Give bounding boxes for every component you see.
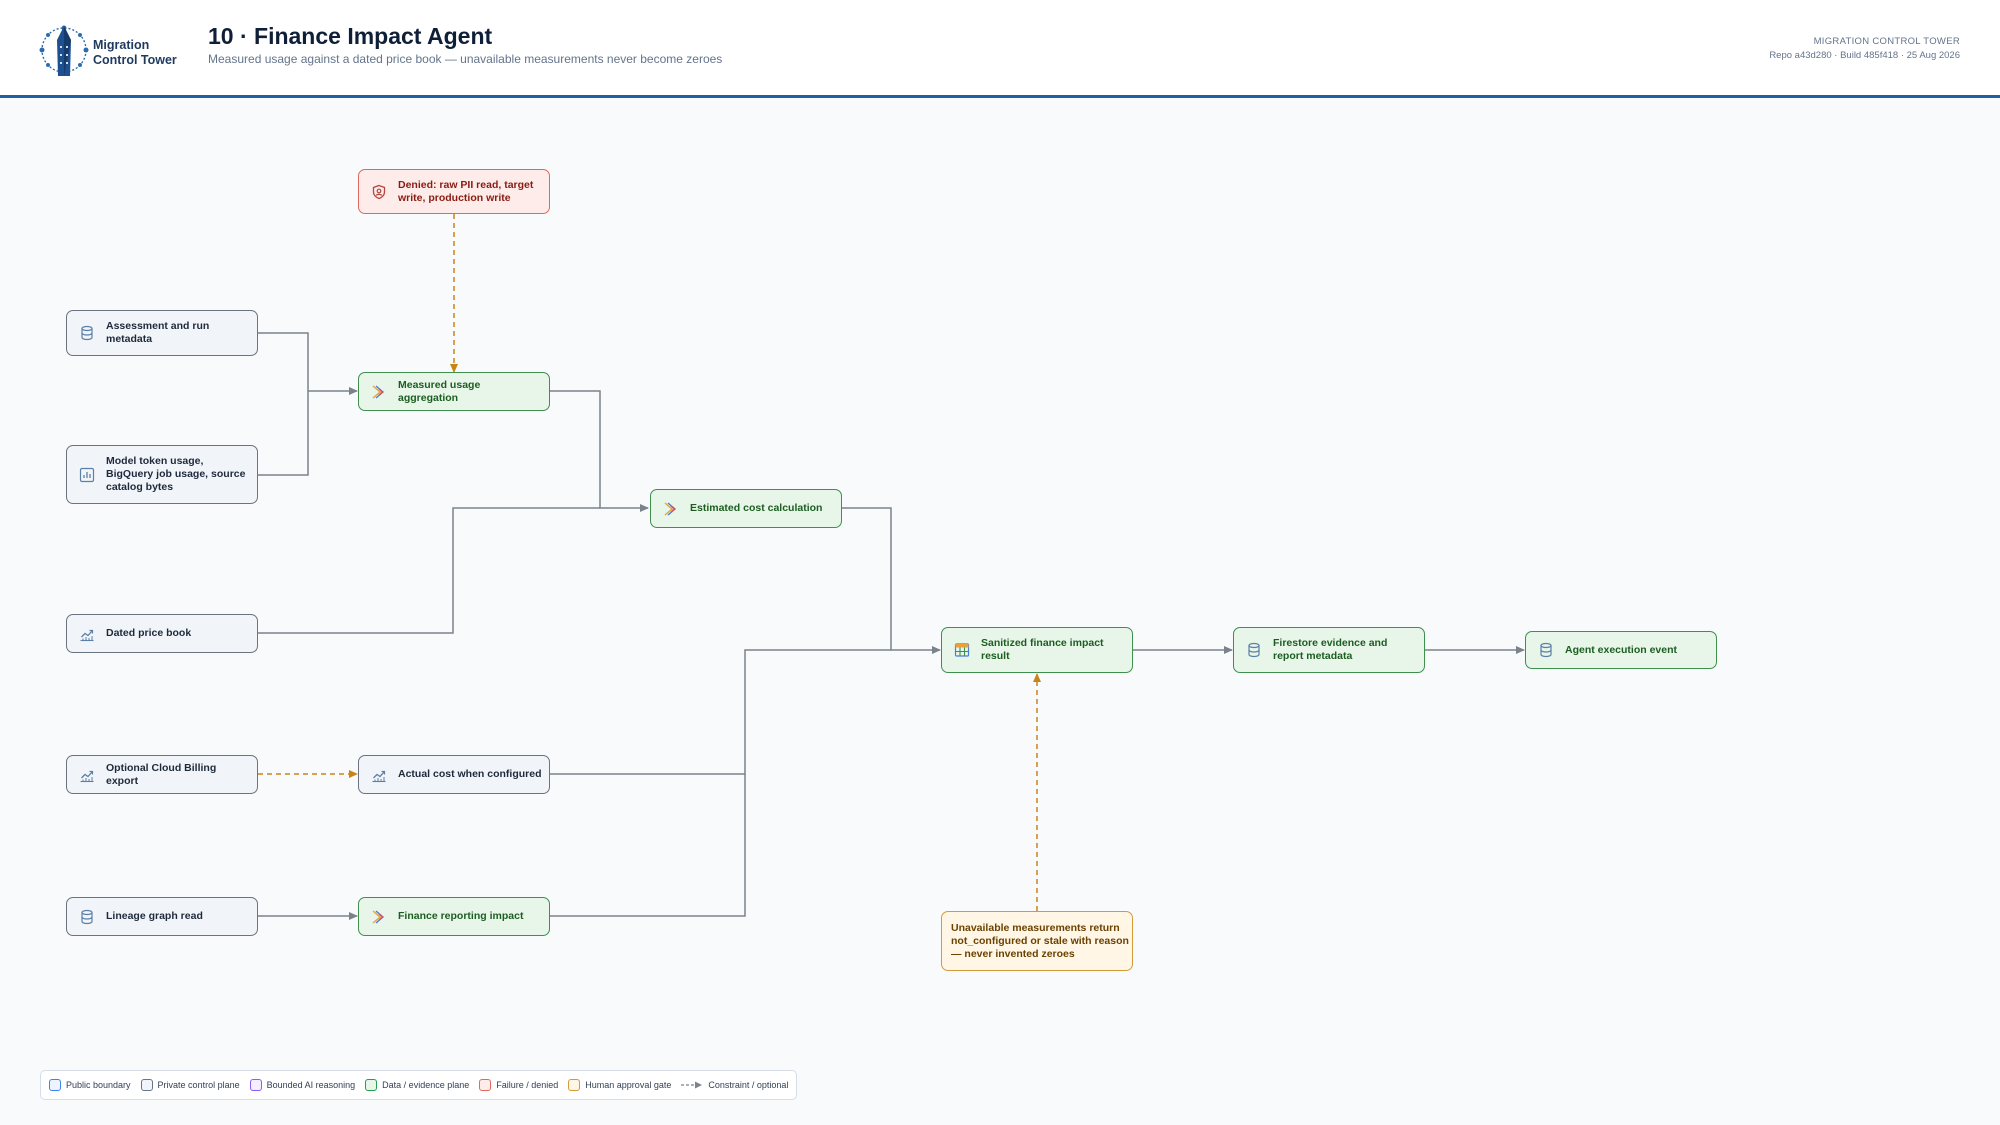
node-measured-label: Measured usage aggregation <box>398 378 481 404</box>
node-unavailable-note: Unavailable measurements return not_conf… <box>941 911 1133 971</box>
table-grid-icon <box>954 642 970 658</box>
node-finance-reporting: Finance reporting impact <box>358 897 550 936</box>
node-estimated-label: Estimated cost calculation <box>690 502 823 514</box>
node-unavailable-label: Unavailable measurements return not_conf… <box>951 921 1129 960</box>
legend-item-public: Public boundary <box>49 1079 131 1091</box>
node-sanitized-result: Sanitized finance impact result <box>941 627 1133 673</box>
database-icon <box>79 909 95 925</box>
legend-label: Failure / denied <box>496 1080 559 1090</box>
node-billing-export: Optional Cloud Billing export <box>66 755 258 794</box>
node-actual-cost: Actual cost when configured <box>358 755 550 794</box>
node-lineage-read: Lineage graph read <box>66 897 258 936</box>
wire-model-usage-to-measured <box>258 391 309 476</box>
database-icon <box>1246 642 1262 658</box>
node-denied-label: Denied: raw PII read, target write, prod… <box>398 178 534 204</box>
legend-label: Data / evidence plane <box>382 1080 470 1090</box>
node-sanitized-label: Sanitized finance impact result <box>981 637 1104 662</box>
legend-swatch <box>568 1079 581 1091</box>
node-billing-export-label: Optional Cloud Billing export <box>106 761 217 787</box>
legend-label: Bounded AI reasoning <box>266 1080 356 1090</box>
wire-assessment-to-measured <box>258 332 358 395</box>
legend-item-data: Data / evidence plane <box>365 1079 469 1091</box>
legend-item-constraint: Constraint / optional <box>681 1080 788 1090</box>
database-icon <box>79 325 95 341</box>
legend-swatch <box>365 1079 378 1091</box>
legend-item-failure: Failure / denied <box>479 1079 558 1091</box>
legend-swatch <box>249 1079 262 1091</box>
wire-estimated-to-sanitized <box>842 507 941 654</box>
legend-item-private: Private control plane <box>140 1079 240 1091</box>
legend: Public boundary Private control plane Bo… <box>40 1070 798 1100</box>
legend-swatch <box>49 1079 61 1091</box>
node-assessment-metadata: Assessment and run metadata <box>66 310 258 356</box>
node-estimated-cost: Estimated cost calculation <box>650 489 842 528</box>
node-lineage-label: Lineage graph read <box>106 910 203 922</box>
legend-swatch <box>479 1079 492 1091</box>
trend-chart-icon <box>79 767 95 783</box>
wire-pricebook-to-estimated <box>258 507 600 634</box>
node-model-usage: Model token usage, BigQuery job usage, s… <box>66 445 258 504</box>
ai-spark-icon <box>371 909 387 925</box>
node-firestore-label: Firestore evidence and report metadata <box>1273 637 1388 662</box>
trend-chart-icon <box>79 626 95 642</box>
ai-spark-icon <box>663 501 679 517</box>
legend-item-ai: Bounded AI reasoning <box>249 1079 356 1091</box>
trend-chart-icon <box>371 767 387 783</box>
node-actual-cost-label: Actual cost when configured <box>398 768 542 780</box>
node-agent-event-label: Agent execution event <box>1565 643 1678 656</box>
legend-label: Private control plane <box>157 1080 240 1090</box>
node-assessment-label: Assessment and run metadata <box>106 320 210 345</box>
node-denied: Denied: raw PII read, target write, prod… <box>358 169 550 214</box>
legend-swatch <box>140 1079 153 1091</box>
legend-label: Human approval gate <box>585 1080 672 1090</box>
node-firestore-evidence: Firestore evidence and report metadata <box>1233 627 1425 673</box>
bar-chart-icon <box>79 467 95 483</box>
node-finance-reporting-label: Finance reporting impact <box>398 910 524 922</box>
ai-spark-icon <box>371 384 387 400</box>
legend-item-approval: Human approval gate <box>568 1079 671 1091</box>
wire-measured-to-estimated <box>550 390 649 512</box>
node-agent-event: Agent execution event <box>1525 631 1717 669</box>
legend-label: Constraint / optional <box>708 1080 789 1090</box>
wire-actual-to-sanitized <box>550 649 891 775</box>
node-price-book: Dated price book <box>66 614 258 653</box>
node-model-usage-label: Model token usage, BigQuery job usage, s… <box>106 455 246 493</box>
database-icon <box>1538 642 1554 658</box>
node-measured-usage: Measured usage aggregation <box>358 372 550 411</box>
dashed-arrow-icon <box>681 1081 703 1089</box>
wire-finance-to-sanitized <box>550 774 746 917</box>
shield-user-icon <box>371 184 387 200</box>
legend-label: Public boundary <box>66 1080 131 1090</box>
node-price-book-label: Dated price book <box>106 627 192 639</box>
